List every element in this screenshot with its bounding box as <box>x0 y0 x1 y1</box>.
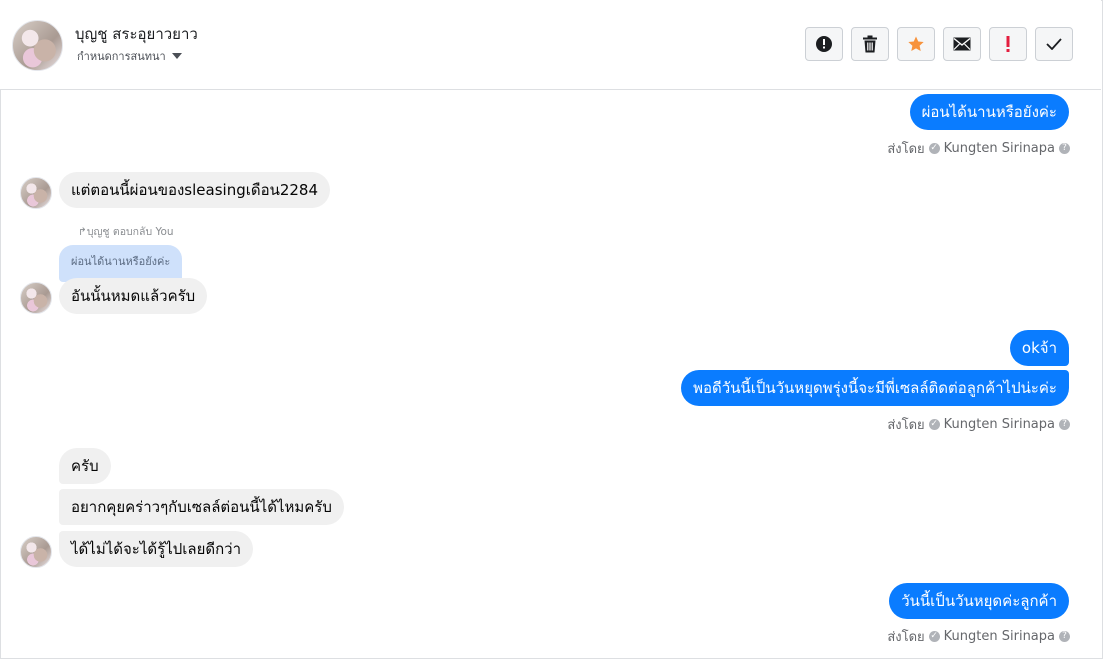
verified-icon: ✓ <box>928 419 940 430</box>
reply-indicator: ↱บุญชู ตอบกลับ You <box>78 223 174 240</box>
contact-avatar-small[interactable] <box>20 282 52 314</box>
help-icon[interactable]: ? <box>1059 631 1070 642</box>
message-outgoing[interactable]: ผ่อนได้นานหรือยังค่ะ <box>909 94 1069 130</box>
exclamation-icon <box>1006 36 1010 52</box>
contact-name[interactable]: บุญชู สระอุยาวยาว <box>75 22 198 46</box>
sent-by-line: ส่งโดย ✓ Kungten Sirinapa ? <box>887 414 1070 435</box>
message-incoming[interactable]: อันนั้นหมดแล้วครับ <box>59 278 208 314</box>
verified-icon: ✓ <box>928 631 940 642</box>
message-incoming[interactable]: อยากคุยคร่าวๆกับเซลล์ต่อนนี้ได้ไหมครับ <box>59 489 344 525</box>
message-incoming[interactable]: ได้ไม่ได้จะได้รู้ไปเลยดีกว่า <box>59 531 254 567</box>
done-button[interactable] <box>1035 27 1073 61</box>
sent-by-line: ส่งโดย ✓ Kungten Sirinapa ? <box>887 138 1070 159</box>
sent-by-label: ส่งโดย <box>887 142 925 157</box>
verified-icon: ✓ <box>928 143 940 154</box>
help-icon[interactable]: ? <box>1059 143 1070 154</box>
message-outgoing[interactable]: okจ้า <box>1009 330 1069 366</box>
check-icon <box>1046 38 1062 50</box>
sent-by-label: ส่งโดย <box>887 418 925 433</box>
reply-meta-text: บุญชู ตอบกลับ You <box>86 226 174 238</box>
delete-button[interactable] <box>851 27 889 61</box>
star-button[interactable] <box>897 27 935 61</box>
envelope-icon <box>953 37 971 51</box>
report-button[interactable] <box>805 27 843 61</box>
conversation-schedule-label: กำหนดการสนทนา <box>77 50 166 63</box>
sender-page-name[interactable]: Kungten Sirinapa <box>944 417 1055 432</box>
alert-circle-icon <box>816 36 832 52</box>
contact-avatar[interactable] <box>12 20 63 71</box>
sender-page-name[interactable]: Kungten Sirinapa <box>944 629 1055 644</box>
trash-icon <box>863 35 877 53</box>
conversation-toolbar <box>805 27 1073 61</box>
conversation-header: บุญชู สระอุยาวยาว กำหนดการสนทนา <box>0 0 1101 90</box>
star-icon <box>908 36 924 52</box>
message-incoming[interactable]: ครับ <box>59 448 111 484</box>
sent-by-label: ส่งโดย <box>887 630 925 645</box>
mail-button[interactable] <box>943 27 981 61</box>
caret-down-icon <box>171 53 182 59</box>
contact-avatar-small[interactable] <box>20 536 52 568</box>
contact-avatar-small[interactable] <box>20 177 52 209</box>
reply-arrow-icon: ↱ <box>78 226 87 238</box>
sent-by-line: ส่งโดย ✓ Kungten Sirinapa ? <box>887 626 1070 647</box>
message-thread[interactable]: ผ่อนได้นานหรือยังค่ะ ส่งโดย ✓ Kungten Si… <box>0 90 1101 657</box>
conversation-schedule-dropdown[interactable]: กำหนดการสนทนา <box>77 47 182 65</box>
help-icon[interactable]: ? <box>1059 419 1070 430</box>
message-outgoing[interactable]: วันนี้เป็นวันหยุดค่ะลูกค้า <box>889 583 1069 619</box>
message-outgoing[interactable]: พอดีวันนี้เป็นวันหยุดพรุ่งนี้จะมีพี่เซลล… <box>681 370 1069 406</box>
message-incoming[interactable]: แต่ตอนนี้ผ่อนของsleasingเดือน2284 <box>59 172 331 208</box>
sender-page-name[interactable]: Kungten Sirinapa <box>944 141 1055 156</box>
quoted-message[interactable]: ผ่อนได้นานหรือยังค่ะ <box>59 245 183 282</box>
mark-important-button[interactable] <box>989 27 1027 61</box>
